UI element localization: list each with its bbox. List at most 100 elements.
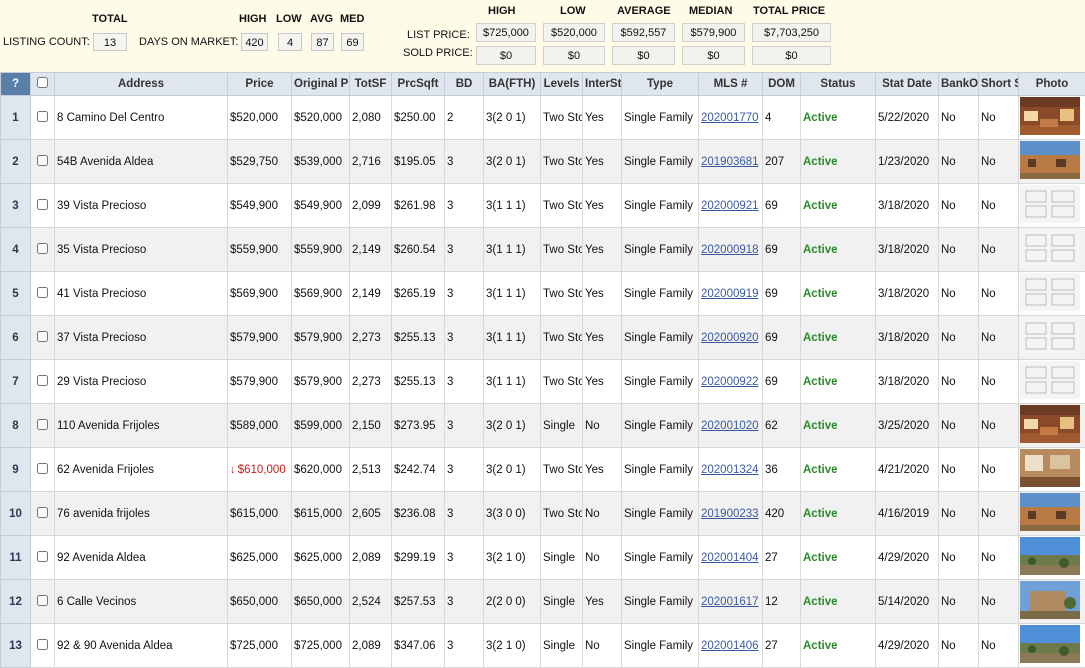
mls-link[interactable]: 202000922: [701, 376, 759, 388]
column-header-price[interactable]: Price: [228, 73, 292, 96]
mls-link[interactable]: 201900233: [701, 508, 759, 520]
row-checkbox[interactable]: [37, 199, 48, 210]
table-row[interactable]: 8110 Avenida Frijoles$589,000$599,0002,1…: [1, 404, 1085, 448]
row-select-cell[interactable]: [31, 536, 55, 580]
column-header-banko[interactable]: BankO: [939, 73, 979, 96]
photo-cell[interactable]: [1019, 580, 1085, 624]
table-row[interactable]: 126 Calle Vecinos$650,000$650,0002,524$2…: [1, 580, 1085, 624]
listing-photo[interactable]: [1020, 185, 1080, 223]
row-checkbox[interactable]: [37, 111, 48, 122]
column-header-help[interactable]: ?: [1, 73, 31, 96]
mls-cell[interactable]: 201903681: [699, 140, 763, 184]
column-header-photo[interactable]: Photo: [1019, 73, 1085, 96]
mls-link[interactable]: 202001406: [701, 640, 759, 652]
mls-link[interactable]: 202000919: [701, 288, 759, 300]
column-header-prcsqft[interactable]: PrcSqft: [392, 73, 445, 96]
row-checkbox[interactable]: [37, 287, 48, 298]
mls-cell[interactable]: 202001324: [699, 448, 763, 492]
mls-cell[interactable]: 202001404: [699, 536, 763, 580]
table-row[interactable]: 1192 Avenida Aldea$625,000$625,0002,089$…: [1, 536, 1085, 580]
mls-cell[interactable]: 202001617: [699, 580, 763, 624]
mls-cell[interactable]: 202000921: [699, 184, 763, 228]
listing-photo[interactable]: [1020, 449, 1080, 487]
row-checkbox[interactable]: [37, 331, 48, 342]
photo-cell[interactable]: [1019, 624, 1085, 668]
row-checkbox[interactable]: [37, 463, 48, 474]
listing-photo[interactable]: [1020, 229, 1080, 267]
column-header-status[interactable]: Status: [801, 73, 876, 96]
table-row[interactable]: 541 Vista Precioso$569,900$569,9002,149$…: [1, 272, 1085, 316]
photo-cell[interactable]: [1019, 404, 1085, 448]
select-all-checkbox[interactable]: [37, 77, 48, 88]
row-select-cell[interactable]: [31, 140, 55, 184]
column-header-mls[interactable]: MLS #: [699, 73, 763, 96]
row-select-cell[interactable]: [31, 96, 55, 140]
mls-link[interactable]: 202000920: [701, 332, 759, 344]
mls-link[interactable]: 202001020: [701, 420, 759, 432]
mls-link[interactable]: 201903681: [701, 156, 759, 168]
row-select-cell[interactable]: [31, 580, 55, 624]
mls-cell[interactable]: 202001020: [699, 404, 763, 448]
column-header-original-price[interactable]: Original Price: [292, 73, 350, 96]
row-select-cell[interactable]: [31, 448, 55, 492]
mls-link[interactable]: 202001324: [701, 464, 759, 476]
table-row[interactable]: 18 Camino Del Centro$520,000$520,0002,08…: [1, 96, 1085, 140]
row-checkbox[interactable]: [37, 243, 48, 254]
mls-cell[interactable]: 202000919: [699, 272, 763, 316]
column-header-dom[interactable]: DOM: [763, 73, 801, 96]
photo-cell[interactable]: [1019, 536, 1085, 580]
photo-cell[interactable]: [1019, 492, 1085, 536]
column-header-totsf[interactable]: TotSF: [350, 73, 392, 96]
listing-photo[interactable]: [1020, 141, 1080, 179]
mls-link[interactable]: 202000918: [701, 244, 759, 256]
column-header-levels[interactable]: Levels: [541, 73, 583, 96]
column-header-select-all[interactable]: [31, 73, 55, 96]
column-header-address[interactable]: Address: [55, 73, 228, 96]
row-select-cell[interactable]: [31, 184, 55, 228]
row-select-cell[interactable]: [31, 316, 55, 360]
mls-cell[interactable]: 202000922: [699, 360, 763, 404]
column-header-interst[interactable]: InterSt: [583, 73, 622, 96]
photo-cell[interactable]: [1019, 140, 1085, 184]
listing-photo[interactable]: [1020, 97, 1080, 135]
mls-link[interactable]: 202001617: [701, 596, 759, 608]
column-header-short-sale[interactable]: Short Sale: [979, 73, 1019, 96]
table-row[interactable]: 1076 avenida frijoles$615,000$615,0002,6…: [1, 492, 1085, 536]
row-select-cell[interactable]: [31, 272, 55, 316]
photo-cell[interactable]: [1019, 228, 1085, 272]
row-checkbox[interactable]: [37, 155, 48, 166]
photo-cell[interactable]: [1019, 184, 1085, 228]
table-row[interactable]: 962 Avenida Frijoles↓$610,000$620,0002,5…: [1, 448, 1085, 492]
photo-cell[interactable]: [1019, 360, 1085, 404]
column-header-type[interactable]: Type: [622, 73, 699, 96]
row-checkbox[interactable]: [37, 639, 48, 650]
row-checkbox[interactable]: [37, 551, 48, 562]
mls-link[interactable]: 202001770: [701, 112, 759, 124]
table-row[interactable]: 1392 & 90 Avenida Aldea$725,000$725,0002…: [1, 624, 1085, 668]
mls-cell[interactable]: 202000918: [699, 228, 763, 272]
row-select-cell[interactable]: [31, 492, 55, 536]
photo-cell[interactable]: [1019, 316, 1085, 360]
listing-photo[interactable]: [1020, 537, 1080, 575]
table-row[interactable]: 339 Vista Precioso$549,900$549,9002,099$…: [1, 184, 1085, 228]
row-checkbox[interactable]: [37, 419, 48, 430]
row-checkbox[interactable]: [37, 375, 48, 386]
listing-photo[interactable]: [1020, 361, 1080, 399]
column-header-stat-date[interactable]: Stat Date: [876, 73, 939, 96]
table-row[interactable]: 254B Avenida Aldea$529,750$539,0002,716$…: [1, 140, 1085, 184]
table-row[interactable]: 729 Vista Precioso$579,900$579,9002,273$…: [1, 360, 1085, 404]
listing-photo[interactable]: [1020, 273, 1080, 311]
mls-link[interactable]: 202000921: [701, 200, 759, 212]
column-header-bd[interactable]: BD: [445, 73, 484, 96]
listing-photo[interactable]: [1020, 581, 1080, 619]
mls-cell[interactable]: 201900233: [699, 492, 763, 536]
photo-cell[interactable]: [1019, 448, 1085, 492]
row-checkbox[interactable]: [37, 507, 48, 518]
photo-cell[interactable]: [1019, 272, 1085, 316]
mls-link[interactable]: 202001404: [701, 552, 759, 564]
mls-cell[interactable]: 202001406: [699, 624, 763, 668]
listing-photo[interactable]: [1020, 625, 1080, 663]
table-row[interactable]: 435 Vista Precioso$559,900$559,9002,149$…: [1, 228, 1085, 272]
row-select-cell[interactable]: [31, 228, 55, 272]
table-row[interactable]: 637 Vista Precioso$579,900$579,9002,273$…: [1, 316, 1085, 360]
